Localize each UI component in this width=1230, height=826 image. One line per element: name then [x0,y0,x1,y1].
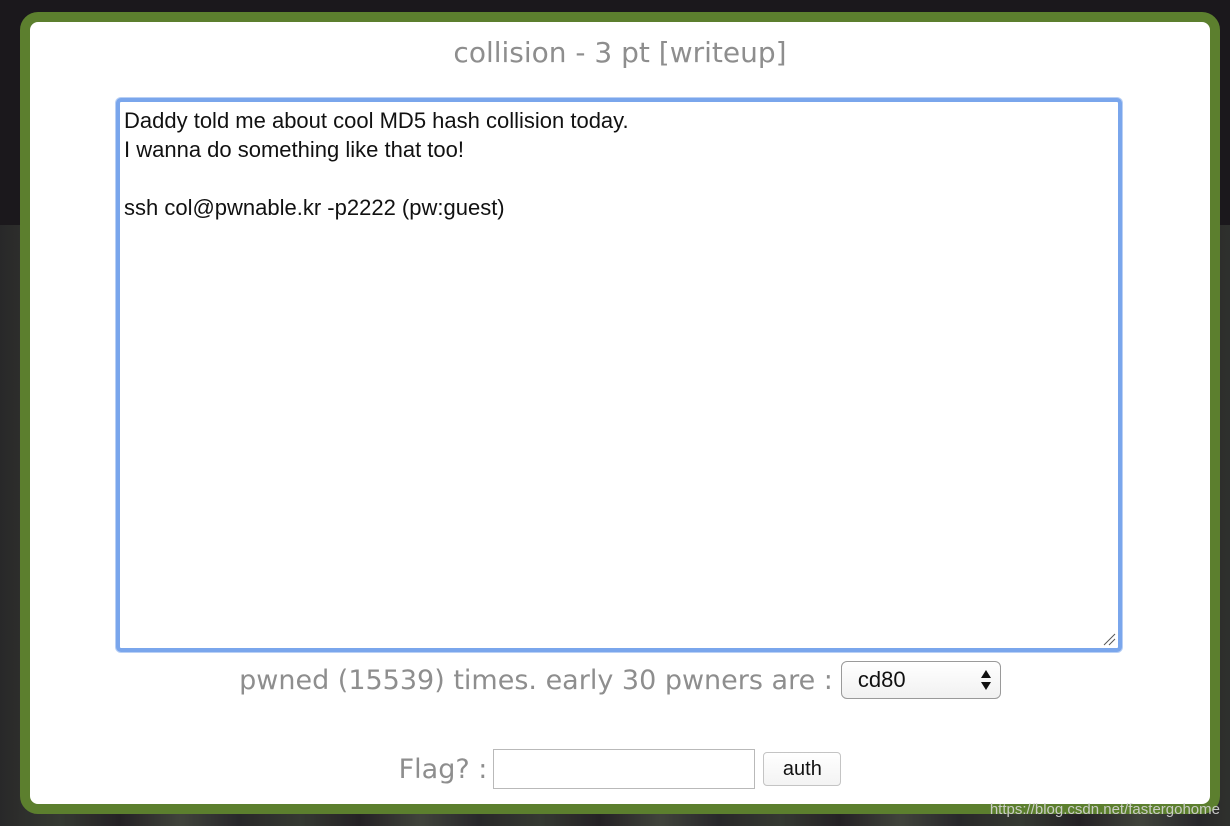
pwned-stats-row: pwned (15539) times. early 30 pwners are… [30,658,1210,702]
challenge-description-text: Daddy told me about cool MD5 hash collis… [124,108,629,220]
watermark-text: https://blog.csdn.net/fastergohome [989,801,1220,818]
auth-button[interactable]: auth [763,752,842,786]
challenge-description-textarea[interactable]: Daddy told me about cool MD5 hash collis… [116,98,1122,652]
early-pwners-selected-value: cd80 [857,667,906,692]
resize-grip-icon[interactable] [1102,632,1116,646]
challenge-modal: collision - 3 pt [writeup] Daddy told me… [20,12,1220,814]
early-pwners-select[interactable]: cd80 [840,661,1001,699]
flag-label: Flag? : [398,753,488,785]
select-updown-icon [980,670,991,690]
challenge-title: collision - 3 pt [writeup] [453,36,787,69]
flag-submit-row: Flag? : auth [30,746,1210,792]
pwned-stats-text: pwned (15539) times. early 30 pwners are… [239,664,833,696]
flag-input[interactable] [493,749,756,789]
